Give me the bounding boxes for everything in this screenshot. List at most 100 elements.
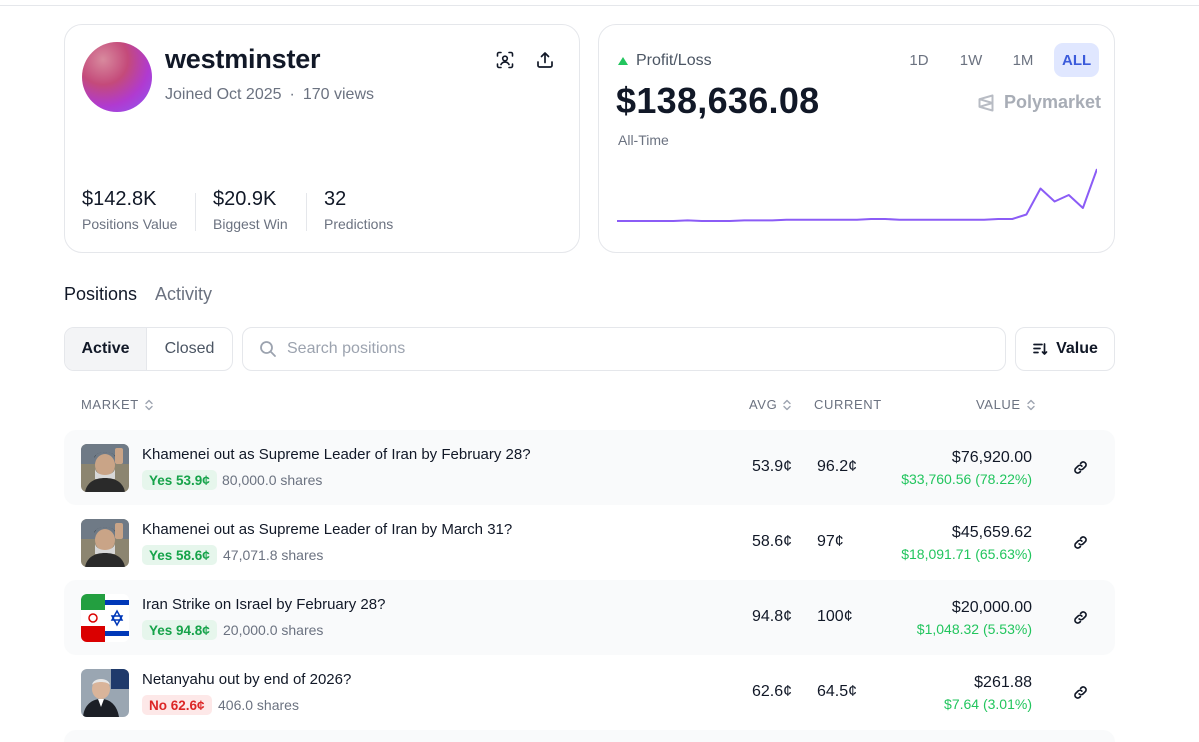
link-icon — [1073, 460, 1087, 474]
outcome-badge: Yes 53.9¢ — [142, 470, 217, 490]
position-row-partial — [64, 730, 1115, 742]
market-thumbnail — [81, 669, 129, 717]
position-pnl: $18,091.71 (65.63%) — [901, 546, 1032, 562]
sort-value-button[interactable]: Value — [1015, 327, 1115, 371]
market-title[interactable]: Khamenei out as Supreme Leader of Iran b… — [142, 446, 531, 463]
profit-loss-card: Profit/Loss $138,636.08 All-Time 1D 1W 1… — [598, 24, 1115, 253]
column-label: CURRENT — [814, 397, 882, 412]
position-pnl: $33,760.56 (78.22%) — [901, 471, 1032, 487]
upload-icon — [537, 52, 553, 68]
share-link-button[interactable] — [1070, 607, 1090, 627]
tab-positions[interactable]: Positions — [64, 284, 137, 305]
range-1d-button[interactable]: 1D — [898, 43, 940, 77]
top-divider — [0, 5, 1199, 6]
position-row[interactable]: Khamenei out as Supreme Leader of Iran b… — [64, 505, 1115, 580]
market-title[interactable]: Iran Strike on Israel by February 28? — [142, 596, 385, 613]
current-price: 97¢ — [817, 533, 844, 550]
outcome-badge: Yes 58.6¢ — [142, 545, 217, 565]
stat-biggest-win: $20.9K Biggest Win — [213, 188, 288, 232]
triangle-up-icon — [618, 57, 628, 65]
avg-price: 62.6¢ — [752, 683, 793, 700]
position-value: $261.88 — [974, 674, 1032, 691]
joined-date: Joined Oct 2025 — [165, 86, 282, 103]
position-row[interactable]: Netanyahu out by end of 2026? No 62.6¢ 4… — [64, 655, 1115, 730]
position-value: $76,920.00 — [951, 449, 1032, 466]
column-market[interactable]: MARKET — [81, 397, 154, 412]
link-icon — [1073, 610, 1087, 624]
profile-tabs: Positions Activity — [64, 284, 212, 305]
shares-count: 406.0 shares — [218, 697, 299, 713]
market-title[interactable]: Netanyahu out by end of 2026? — [142, 671, 351, 688]
column-avg[interactable]: AVG — [749, 397, 792, 412]
avg-price: 53.9¢ — [752, 458, 793, 475]
current-price: 64.5¢ — [817, 683, 858, 700]
filter-closed-button[interactable]: Closed — [147, 328, 232, 370]
brand-logo: Polymarket — [976, 92, 1101, 113]
shares-count: 20,000.0 shares — [223, 622, 324, 638]
column-label: MARKET — [81, 397, 139, 412]
view-count: 170 views — [302, 86, 375, 103]
market-thumbnail — [81, 594, 129, 642]
stat-label: Positions Value — [82, 216, 178, 232]
pnl-line — [617, 168, 1097, 222]
brand-name: Polymarket — [1004, 92, 1102, 112]
range-1w-button[interactable]: 1W — [950, 43, 992, 77]
avg-price: 58.6¢ — [752, 533, 793, 550]
scan-profile-button[interactable] — [493, 48, 517, 72]
outcome-badge: No 62.6¢ — [142, 695, 212, 715]
share-link-button[interactable] — [1070, 682, 1090, 702]
range-1m-button[interactable]: 1M — [1002, 43, 1044, 77]
stat-divider — [306, 193, 307, 231]
stat-value: $20.9K — [213, 188, 277, 210]
current-price: 100¢ — [817, 608, 853, 625]
stat-value: $142.8K — [82, 188, 157, 210]
position-value: $45,659.62 — [951, 524, 1032, 541]
link-icon — [1073, 535, 1087, 549]
search-input[interactable] — [287, 340, 967, 358]
sort-icon — [1033, 343, 1048, 355]
market-title[interactable]: Khamenei out as Supreme Leader of Iran b… — [142, 521, 512, 538]
pnl-label: Profit/Loss — [636, 52, 712, 69]
polymarket-logo-icon — [978, 94, 994, 111]
market-thumbnail — [81, 519, 129, 567]
share-link-button[interactable] — [1070, 532, 1090, 552]
column-value[interactable]: VALUE — [976, 397, 1036, 412]
share-button[interactable] — [533, 48, 557, 72]
sort-label: Value — [1056, 340, 1098, 357]
link-icon — [1073, 685, 1087, 699]
column-current: CURRENT — [814, 397, 882, 412]
avatar — [82, 42, 152, 112]
stat-label: Predictions — [324, 216, 394, 232]
market-thumbnail — [81, 444, 129, 492]
range-all-button[interactable]: ALL — [1054, 43, 1100, 77]
search-box — [242, 327, 1006, 371]
current-price: 96.2¢ — [817, 458, 858, 475]
scan-user-icon — [496, 51, 514, 69]
pnl-chart — [617, 168, 1097, 222]
outcome-badge: Yes 94.8¢ — [142, 620, 217, 640]
sort-arrows-icon — [783, 399, 791, 410]
profile-meta: Joined Oct 2025 · 170 views — [165, 86, 374, 104]
status-filter: Active Closed — [64, 327, 233, 371]
position-pnl: $1,048.32 (5.53%) — [916, 621, 1032, 637]
tab-activity[interactable]: Activity — [155, 284, 212, 305]
share-link-button[interactable] — [1070, 457, 1090, 477]
sort-arrows-icon — [1026, 399, 1035, 410]
stat-value: 32 — [324, 188, 347, 210]
pnl-amount: $138,636.08 — [616, 80, 820, 121]
position-value: $20,000.00 — [951, 599, 1032, 616]
avg-price: 94.8¢ — [752, 608, 793, 625]
sort-arrows-icon — [145, 399, 153, 410]
shares-count: 47,071.8 shares — [223, 547, 324, 563]
filter-active-button[interactable]: Active — [65, 328, 147, 370]
shares-count: 80,000.0 shares — [222, 472, 323, 488]
search-icon — [260, 341, 276, 357]
position-row[interactable]: Iran Strike on Israel by February 28? Ye… — [64, 580, 1115, 655]
stat-divider — [195, 193, 196, 231]
pnl-period: All-Time — [618, 132, 669, 148]
position-pnl: $7.64 (3.01%) — [944, 696, 1032, 712]
stat-predictions: 32 Predictions — [324, 188, 393, 232]
username: westminster — [165, 44, 321, 74]
column-label: AVG — [749, 397, 778, 412]
position-row[interactable]: Khamenei out as Supreme Leader of Iran b… — [64, 430, 1115, 505]
